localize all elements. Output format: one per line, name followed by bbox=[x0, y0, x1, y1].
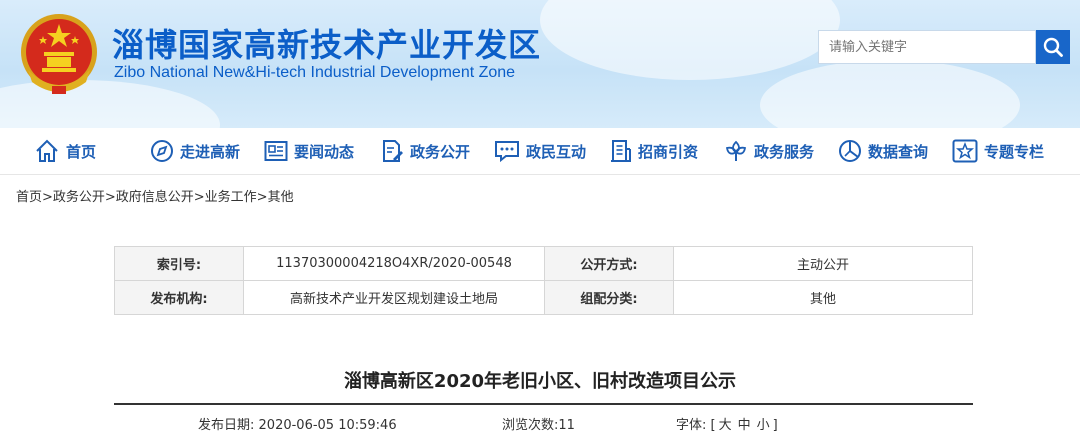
nav-item-label: 要闻动态 bbox=[294, 142, 355, 161]
nav-item-investment[interactable]: 招商引资 bbox=[610, 138, 698, 164]
nav-item-label: 专题专栏 bbox=[984, 142, 1045, 161]
font-bracket-open: [ bbox=[710, 418, 716, 433]
search-box bbox=[818, 30, 1039, 64]
category-value: 其他 bbox=[673, 280, 973, 315]
nav-item-interaction[interactable]: 政民互动 bbox=[494, 138, 586, 164]
nav-item-home[interactable]: 首页 bbox=[34, 138, 96, 164]
view-count-label: 浏览次数: bbox=[502, 418, 559, 433]
nav-item-services[interactable]: 政务服务 bbox=[724, 138, 814, 164]
main-nav: 首页 走进高新 要闻动态 政务公开 政民互动 招商引资 政务服务 数据查询 专题… bbox=[0, 128, 1080, 175]
document-info-table: 索引号: 11370300004218O4XR/2020-00548 公开方式:… bbox=[114, 246, 973, 315]
nav-item-label: 招商引资 bbox=[638, 142, 699, 161]
publisher-label: 发布机构: bbox=[114, 280, 244, 315]
nav-item-label: 政务公开 bbox=[410, 142, 471, 161]
table-row: 发布机构: 高新技术产业开发区规划建设土地局 组配分类: 其他 bbox=[114, 280, 973, 315]
compass-icon bbox=[151, 140, 173, 162]
nav-item-label: 政民互动 bbox=[526, 142, 587, 161]
header-cloud bbox=[760, 60, 1020, 128]
home-icon bbox=[36, 139, 58, 162]
nav-item-news[interactable]: 要闻动态 bbox=[264, 138, 354, 164]
font-size-label: 字体: bbox=[676, 418, 707, 433]
article-title: 淄博高新区2020年老旧小区、旧村改造项目公示 bbox=[343, 371, 737, 392]
nav-item-data-query[interactable]: 数据查询 bbox=[838, 138, 928, 164]
nav-item-label: 首页 bbox=[66, 142, 97, 161]
pie-chart-icon bbox=[839, 140, 861, 162]
site-title-cn: 淄博国家高新技术产业开发区 bbox=[112, 26, 542, 64]
site-title-en: Zibo National New&Hi-tech Industrial Dev… bbox=[114, 64, 516, 81]
font-size-control: 字体: [大中小] bbox=[676, 414, 778, 433]
nav-item-gov-affairs[interactable]: 政务公开 bbox=[380, 138, 470, 164]
breadcrumb[interactable]: 首页>政务公开>政府信息公开>业务工作>其他 bbox=[16, 186, 294, 205]
open-method-value: 主动公开 bbox=[673, 246, 973, 281]
building-icon bbox=[611, 140, 631, 162]
index-value: 11370300004218O4XR/2020-00548 bbox=[243, 246, 545, 281]
nav-item-about[interactable]: 走进高新 bbox=[150, 138, 240, 164]
nav-item-label: 数据查询 bbox=[868, 142, 929, 161]
view-count: 浏览次数:11 bbox=[502, 414, 575, 433]
view-count-value: 11 bbox=[558, 418, 575, 433]
nav-item-special-topics[interactable]: 专题专栏 bbox=[952, 138, 1044, 164]
nav-item-label: 政务服务 bbox=[754, 142, 815, 161]
publish-date-label: 发布日期: bbox=[198, 418, 255, 433]
document-edit-icon bbox=[383, 140, 403, 162]
open-method-label: 公开方式: bbox=[544, 246, 674, 281]
search-button[interactable] bbox=[1036, 30, 1070, 64]
font-large-link[interactable]: 大 bbox=[716, 418, 735, 433]
font-small-link[interactable]: 小 bbox=[754, 418, 773, 433]
nav-item-label: 走进高新 bbox=[180, 142, 241, 161]
publisher-value: 高新技术产业开发区规划建设土地局 bbox=[243, 280, 545, 315]
national-emblem-logo bbox=[21, 14, 97, 94]
header-cloud bbox=[540, 0, 840, 80]
title-divider bbox=[114, 403, 973, 405]
font-medium-link[interactable]: 中 bbox=[735, 418, 754, 433]
table-row: 索引号: 11370300004218O4XR/2020-00548 公开方式:… bbox=[114, 246, 973, 281]
chat-icon bbox=[495, 141, 519, 163]
category-label: 组配分类: bbox=[544, 280, 674, 315]
publish-date-value: 2020-06-05 10:59:46 bbox=[258, 418, 397, 433]
index-label: 索引号: bbox=[114, 246, 244, 281]
search-icon bbox=[1043, 37, 1063, 57]
flower-icon bbox=[725, 140, 747, 161]
publish-date: 发布日期: 2020-06-05 10:59:46 bbox=[198, 414, 397, 433]
news-icon bbox=[264, 141, 288, 161]
search-input[interactable] bbox=[819, 31, 1039, 63]
font-bracket-close: ] bbox=[772, 418, 778, 433]
site-header: 淄博国家高新技术产业开发区 Zibo National New&Hi-tech … bbox=[0, 0, 1080, 128]
star-icon bbox=[952, 139, 978, 163]
